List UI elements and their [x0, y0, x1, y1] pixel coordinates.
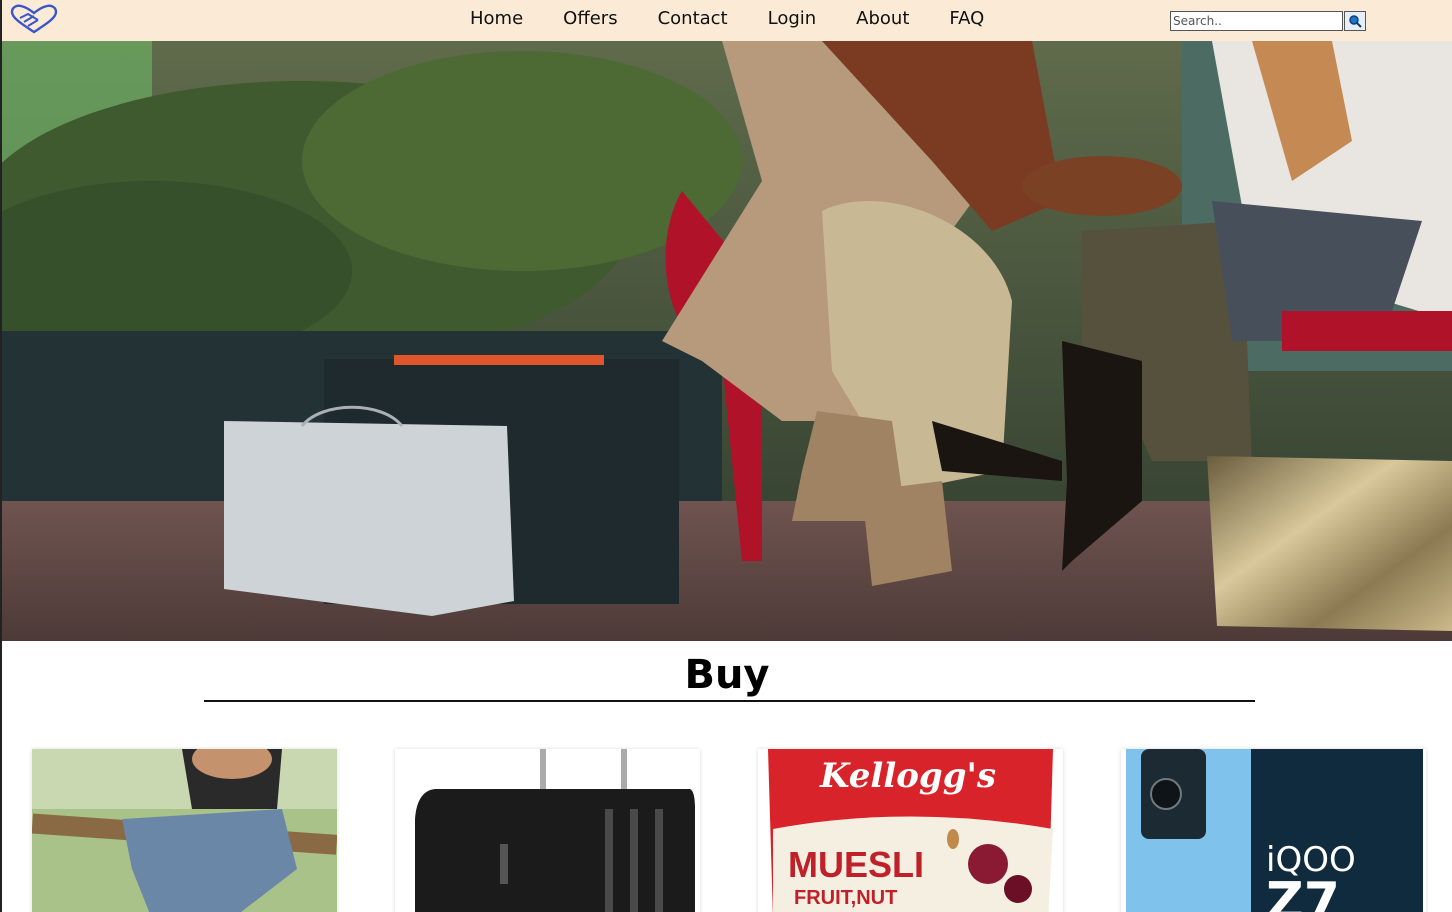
product-image-jeans — [32, 749, 337, 912]
phone-model-text: Z7 — [1266, 872, 1340, 912]
section-divider — [204, 700, 1255, 702]
nav-offers[interactable]: Offers — [563, 8, 617, 30]
nav-home[interactable]: Home — [470, 8, 523, 30]
nav-contact[interactable]: Contact — [658, 8, 728, 30]
search-bar — [1170, 11, 1366, 31]
product-image-muesli: Kellogg's MUESLI FRUIT,NUT — [758, 749, 1063, 912]
product-card-jeans[interactable] — [32, 749, 337, 912]
nav-faq[interactable]: FAQ — [949, 8, 984, 30]
product-card-muesli[interactable]: Kellogg's MUESLI FRUIT,NUT — [758, 749, 1063, 912]
main-nav: Home Offers Contact Login About FAQ — [470, 8, 1024, 30]
navbar: Home Offers Contact Login About FAQ — [2, 0, 1452, 41]
product-card-phone[interactable]: iQOO Z7 — [1121, 749, 1426, 912]
product-card-suitcase[interactable] — [395, 749, 700, 912]
nav-login[interactable]: Login — [768, 8, 817, 30]
section-title: Buy — [684, 652, 770, 698]
hero-image — [2, 41, 1452, 641]
search-button[interactable] — [1344, 11, 1366, 31]
brand-text: Kellogg's — [819, 756, 996, 796]
search-input[interactable] — [1170, 11, 1343, 31]
product-image-suitcase — [395, 749, 700, 912]
muesli-sublabel: FRUIT,NUT — [794, 887, 897, 909]
product-image-phone: iQOO Z7 — [1121, 749, 1426, 912]
handshake-heart-logo[interactable] — [8, 4, 60, 36]
muesli-label: MUESLI — [788, 844, 924, 885]
nav-about[interactable]: About — [856, 8, 909, 30]
search-icon — [1349, 15, 1362, 28]
